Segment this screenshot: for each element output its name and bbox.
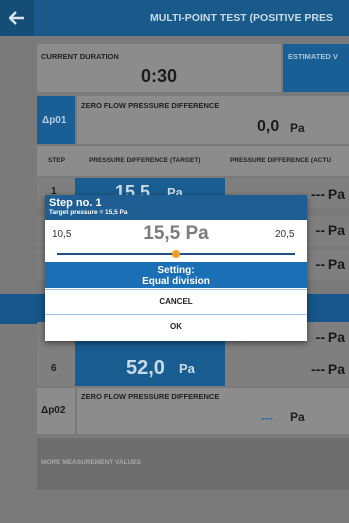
actual-unit: Pa xyxy=(327,222,345,238)
estimated-panel: ESTIMATED V xyxy=(283,44,349,92)
dp01-label: Δp01 xyxy=(42,115,67,126)
more-measurement-values-button[interactable]: MORE MEASUREMENT VALUES xyxy=(37,438,349,490)
zero-flow-value-1: 0,0 xyxy=(257,118,280,135)
back-button[interactable] xyxy=(0,0,34,36)
zero-flow-unit-2: Pa xyxy=(290,410,305,424)
current-duration-panel: CURRENT DURATION 0:30 xyxy=(37,44,281,92)
dialog-subtitle: Target pressure = 15,5 Pa xyxy=(49,209,128,216)
target-unit: Pa xyxy=(179,361,195,376)
current-duration-value: 0:30 xyxy=(140,66,178,86)
step-number: 6 xyxy=(51,363,57,374)
dp02-box: Δp02 xyxy=(37,388,75,434)
back-arrow-icon xyxy=(9,11,24,25)
setting-button[interactable]: Setting: Equal division xyxy=(45,262,307,288)
zero-flow-unit-1: Pa xyxy=(290,121,305,135)
header-target: PRESSURE DIFFERENCE (TARGET) xyxy=(89,157,201,164)
dp02-label: Δp02 xyxy=(41,405,66,416)
estimated-label: ESTIMATED V xyxy=(288,52,338,61)
target-cell: 52,0 Pa xyxy=(75,352,225,386)
setting-label: Setting: xyxy=(157,265,195,276)
actual-value: -- xyxy=(315,222,325,238)
cancel-button[interactable]: CANCEL xyxy=(45,289,307,314)
slider-value: 15,5 Pa xyxy=(143,223,209,244)
value-slider-panel: 10,5 15,5 Pa 20,5 xyxy=(45,220,307,262)
actual-value: -- xyxy=(315,329,325,345)
actual-value: --- xyxy=(311,361,325,377)
actual-unit: Pa xyxy=(327,329,345,345)
zero-flow-title-2: ZERO FLOW PRESSURE DIFFERENCE xyxy=(81,392,220,401)
current-duration-label: CURRENT DURATION xyxy=(41,52,119,61)
header-actual: PRESSURE DIFFERENCE (ACTU xyxy=(230,157,332,164)
header-step: STEP xyxy=(48,157,65,164)
actual-value: -- xyxy=(315,256,325,272)
dialog-header: Step no. 1 Target pressure = 15,5 Pa xyxy=(45,195,307,220)
table-row[interactable]: 6 52,0 Pa --- Pa xyxy=(37,352,349,386)
actual-value: --- xyxy=(311,186,325,202)
more-measurement-label: MORE MEASUREMENT VALUES xyxy=(41,459,141,466)
ok-button[interactable]: OK xyxy=(45,314,307,339)
page-title: MULTI-POINT TEST (POSITIVE PRES xyxy=(150,12,333,24)
dp01-box: Δp01 xyxy=(37,96,75,144)
zero-flow-panel-2: ZERO FLOW PRESSURE DIFFERENCE --- Pa xyxy=(77,388,349,434)
actual-unit: Pa xyxy=(327,256,345,272)
target-value: 52,0 xyxy=(126,357,165,379)
slider-thumb[interactable] xyxy=(172,250,180,258)
zero-flow-panel-1: ZERO FLOW PRESSURE DIFFERENCE 0,0 Pa xyxy=(77,96,349,144)
table-header-row: STEP PRESSURE DIFFERENCE (TARGET) PRESSU… xyxy=(37,146,349,176)
setting-value: Equal division xyxy=(142,276,210,287)
zero-flow-value-2: --- xyxy=(261,411,273,425)
zero-flow-title-1: ZERO FLOW PRESSURE DIFFERENCE xyxy=(81,101,220,110)
actual-unit: Pa xyxy=(327,361,345,377)
step-dialog: Step no. 1 Target pressure = 15,5 Pa 10,… xyxy=(45,195,307,341)
actual-unit: Pa xyxy=(327,186,345,202)
slider-max: 20,5 xyxy=(275,229,295,240)
dialog-title: Step no. 1 xyxy=(49,197,102,209)
